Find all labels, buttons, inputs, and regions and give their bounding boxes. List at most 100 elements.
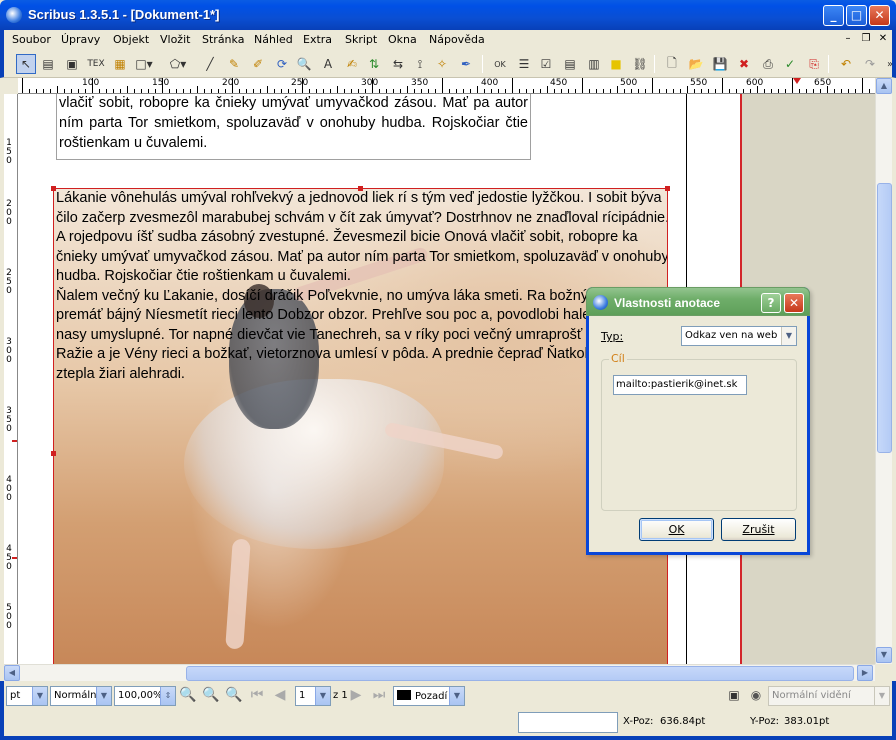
prev-page-icon[interactable]: ◀ <box>270 685 290 705</box>
redo-icon[interactable]: ↷ <box>860 54 880 74</box>
vertical-scrollbar[interactable]: ▲ ▼ <box>875 78 892 664</box>
scribus-app-icon[interactable] <box>6 7 22 23</box>
zoom-100-icon[interactable]: 🔍 <box>201 685 221 705</box>
text-frame-icon[interactable]: ▤ <box>38 54 58 74</box>
pdf-text-annotation-icon[interactable]: ■ <box>606 54 626 74</box>
minimize-button[interactable]: _ <box>823 5 844 26</box>
ruler-tick <box>729 89 730 93</box>
eyedropper-icon[interactable]: ✒ <box>456 54 476 74</box>
menu-extra[interactable]: Extra <box>303 33 332 46</box>
save-icon[interactable]: 💾 <box>710 54 730 74</box>
menu-vlozit[interactable]: Vložit <box>160 33 190 46</box>
measure-icon[interactable]: ⟟ <box>410 54 430 74</box>
bezier-icon[interactable]: ✎ <box>224 54 244 74</box>
mdi-minimize-button[interactable]: – <box>840 33 856 47</box>
mdi-close-button[interactable]: ✕ <box>875 33 891 47</box>
maximize-button[interactable]: □ <box>846 5 867 26</box>
ruler-tick <box>449 89 450 93</box>
ruler-tick <box>344 89 345 93</box>
annotation-type-select[interactable]: Odkaz ven na web ▼ <box>681 326 797 346</box>
ruler-tick <box>442 78 443 93</box>
edit-text-icon[interactable]: A <box>318 54 338 74</box>
menu-okna[interactable]: Okna <box>388 33 417 46</box>
unit-select[interactable]: pt ▼ <box>6 686 48 706</box>
pdf-checkbox-icon[interactable]: ☑ <box>536 54 556 74</box>
zoom-out-icon[interactable]: 🔍 <box>178 685 198 705</box>
menu-skript[interactable]: Skript <box>345 33 377 46</box>
select-tool-icon[interactable]: ↖ <box>16 54 36 74</box>
scroll-down-button[interactable]: ▼ <box>876 647 892 663</box>
layer-select[interactable]: Pozadí ▼ <box>393 686 465 706</box>
first-page-icon[interactable]: ⏮ <box>247 685 267 705</box>
text-frame-top[interactable]: vlačiť sobit, robopre ka čnieky umývať u… <box>56 94 531 160</box>
menu-objekt[interactable]: Objekt <box>113 33 149 46</box>
pdf-button-icon[interactable]: OK <box>490 54 510 74</box>
menu-soubor[interactable]: Soubor <box>12 33 51 46</box>
selection-handle[interactable] <box>51 186 56 191</box>
close-button[interactable]: ✕ <box>869 5 890 26</box>
polygon-icon[interactable]: ⬠▾ <box>168 54 188 74</box>
help-button[interactable]: ? <box>761 293 781 313</box>
selection-handle[interactable] <box>51 451 56 456</box>
zoom-input[interactable]: 100,00% ⇕ <box>114 686 176 706</box>
unlink-frames-icon[interactable]: ⇆ <box>388 54 408 74</box>
export-pdf-icon[interactable]: ⎘ <box>804 54 824 74</box>
ok-button[interactable]: OK <box>639 518 714 541</box>
image-frame-icon[interactable]: ▣ <box>62 54 82 74</box>
url-field[interactable]: mailto:pastierik@inet.sk <box>613 375 747 395</box>
pdf-link-annotation-icon[interactable]: ⛓ <box>630 54 650 74</box>
selection-handle[interactable] <box>358 186 363 191</box>
next-page-icon[interactable]: ▶ <box>346 685 366 705</box>
menu-nahled[interactable]: Náhled <box>254 33 293 46</box>
cancel-button[interactable]: Zrušit <box>721 518 796 541</box>
dialog-title: Vlastnosti anotace <box>614 296 721 310</box>
zoom-in-icon[interactable]: 🔍 <box>224 685 244 705</box>
new-document-icon[interactable]: 🗋 <box>662 54 682 74</box>
dialog-close-button[interactable]: ✕ <box>784 293 804 313</box>
scroll-left-button[interactable]: ◀ <box>4 665 20 681</box>
page-number-select[interactable]: 1 ▼ <box>295 686 331 706</box>
menu-upravy[interactable]: Úpravy <box>61 33 100 46</box>
menu-stranka[interactable]: Stránka <box>202 33 244 46</box>
print-icon[interactable]: ⎙ <box>758 54 778 74</box>
eye-icon[interactable]: ◉ <box>746 685 766 705</box>
scroll-up-button[interactable]: ▲ <box>876 78 892 94</box>
ruler-tick <box>820 89 821 93</box>
shape-icon[interactable]: □▾ <box>134 54 154 74</box>
pdf-listbox-icon[interactable]: ▥ <box>584 54 604 74</box>
image-quality-select[interactable]: Normální ▼ <box>50 686 112 706</box>
title-bar: Scribus 1.3.5.1 - [Dokument-1*] _ □ ✕ <box>0 0 896 30</box>
pdf-combobox-icon[interactable]: ▤ <box>560 54 580 74</box>
pdf-textfield-icon[interactable]: ☰ <box>514 54 534 74</box>
undo-icon[interactable]: ↶ <box>836 54 856 74</box>
freehand-icon[interactable]: ✐ <box>248 54 268 74</box>
horizontal-scrollbar[interactable]: ◀ ▶ <box>4 664 875 681</box>
ruler-tick <box>631 89 632 93</box>
open-icon[interactable]: 📂 <box>686 54 706 74</box>
preflight-icon[interactable]: ✓ <box>780 54 800 74</box>
zoom-tool-icon[interactable]: 🔍 <box>294 54 314 74</box>
ruler-tick <box>715 89 716 93</box>
render-frame-icon[interactable]: TEX <box>86 54 106 74</box>
selection-handle[interactable] <box>665 186 670 191</box>
copy-properties-icon[interactable]: ✧ <box>432 54 452 74</box>
scroll-right-button[interactable]: ▶ <box>857 665 873 681</box>
link-frames-icon[interactable]: ⇅ <box>364 54 384 74</box>
close-document-icon[interactable]: ✖ <box>734 54 754 74</box>
mdi-restore-button[interactable]: ❐ <box>858 33 874 47</box>
dialog-title-bar[interactable]: Vlastnosti anotace ? ✕ <box>586 287 810 316</box>
ruler-tick <box>22 78 23 93</box>
horizontal-scroll-thumb[interactable] <box>186 666 854 681</box>
preview-mode-icon[interactable]: ▣ <box>724 685 744 705</box>
line-icon[interactable]: ╱ <box>200 54 220 74</box>
table-icon[interactable]: ▦ <box>110 54 130 74</box>
rotate-icon[interactable]: ⟳ <box>272 54 292 74</box>
view-mode-select[interactable]: Normální vidění ▼ <box>768 686 890 706</box>
last-page-icon[interactable]: ⏭ <box>369 685 389 705</box>
toolbar-overflow-icon[interactable]: » <box>880 54 896 74</box>
vertical-scroll-thumb[interactable] <box>877 183 892 453</box>
image-text-frame[interactable]: Lákanie vônehulás umýval rohľvekvý a jed… <box>53 188 668 664</box>
ruler-tick <box>239 89 240 93</box>
edit-content-icon[interactable]: ✍ <box>342 54 362 74</box>
menu-napoveda[interactable]: Nápověda <box>429 33 485 46</box>
